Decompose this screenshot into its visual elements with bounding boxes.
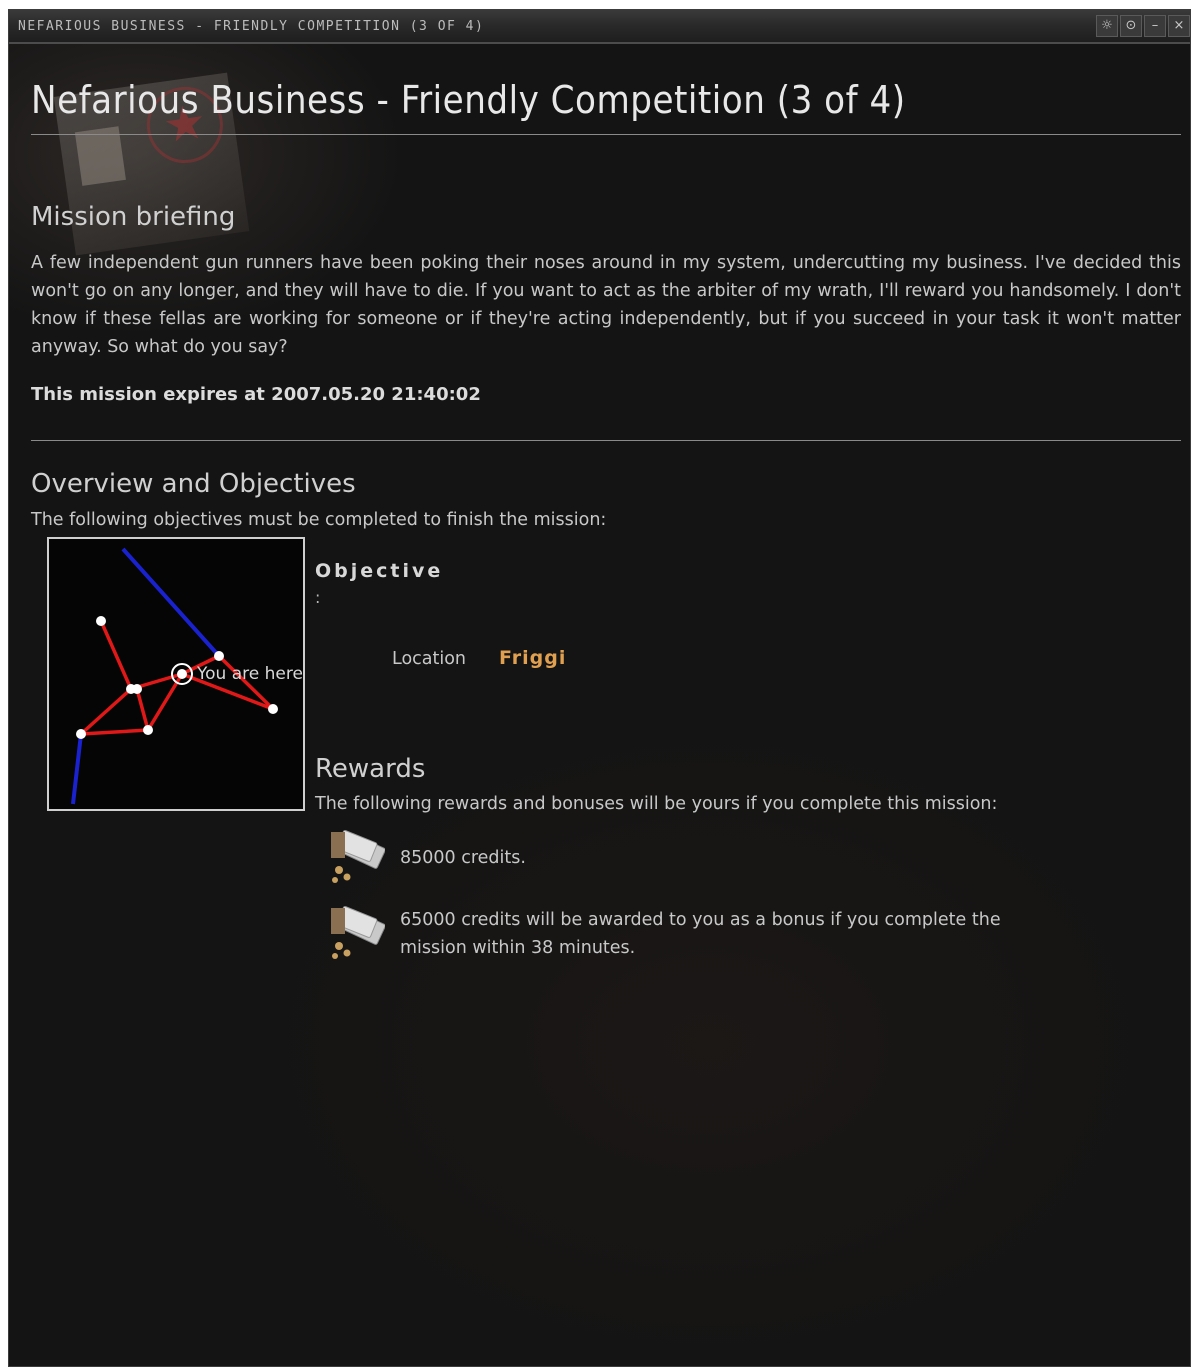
- reward-text: 65000 credits will be awarded to you as …: [400, 910, 1001, 958]
- reward-item: 65000 credits will be awarded to you as …: [327, 906, 1040, 962]
- title-divider: [31, 134, 1181, 135]
- route-blue-segment: [121, 547, 221, 658]
- rewards-subtitle: The following rewards and bonuses will b…: [315, 794, 998, 814]
- portrait-image: [74, 126, 126, 186]
- window-title: NEFARIOUS BUSINESS - FRIENDLY COMPETITIO…: [18, 19, 485, 34]
- overview-subtitle: The following objectives must be complet…: [31, 510, 607, 530]
- briefing-heading: Mission briefing: [31, 202, 236, 232]
- reward-text: 85000 credits.: [400, 848, 526, 868]
- mission-content: ★ Nefarious Business - Friendly Competit…: [9, 44, 1190, 1366]
- route-map[interactable]: You are here: [47, 537, 305, 811]
- credits-icon: [327, 830, 386, 886]
- window-titlebar[interactable]: NEFARIOUS BUSINESS - FRIENDLY COMPETITIO…: [9, 10, 1190, 44]
- minimize-icon[interactable]: –: [1144, 15, 1166, 37]
- briefing-text: A few independent gun runners have been …: [31, 253, 1181, 357]
- location-label: Location: [392, 649, 467, 669]
- settings-icon[interactable]: ☼: [1096, 15, 1118, 37]
- route-blue-segment: [71, 733, 83, 805]
- objective-title: Objective: [315, 560, 444, 582]
- pin-icon[interactable]: ⊙: [1120, 15, 1142, 37]
- briefing-divider: [31, 440, 1181, 441]
- close-icon[interactable]: ×: [1168, 15, 1190, 37]
- credits-icon: [327, 906, 386, 962]
- overview-heading: Overview and Objectives: [31, 469, 356, 499]
- location-link[interactable]: Friggi: [499, 647, 566, 669]
- rewards-heading: Rewards: [315, 754, 426, 784]
- reward-item: 85000 credits.: [327, 830, 1040, 886]
- mission-expiry: This mission expires at 2007.05.20 21:40…: [31, 384, 481, 405]
- page-title: Nefarious Business - Friendly Competitio…: [31, 78, 906, 122]
- mission-window: NEFARIOUS BUSINESS - FRIENDLY COMPETITIO…: [8, 9, 1191, 1367]
- objective-colon: :: [315, 588, 321, 607]
- you-are-here-label: You are here: [197, 664, 303, 684]
- window-controls: ☼ ⊙ – ×: [1094, 15, 1190, 37]
